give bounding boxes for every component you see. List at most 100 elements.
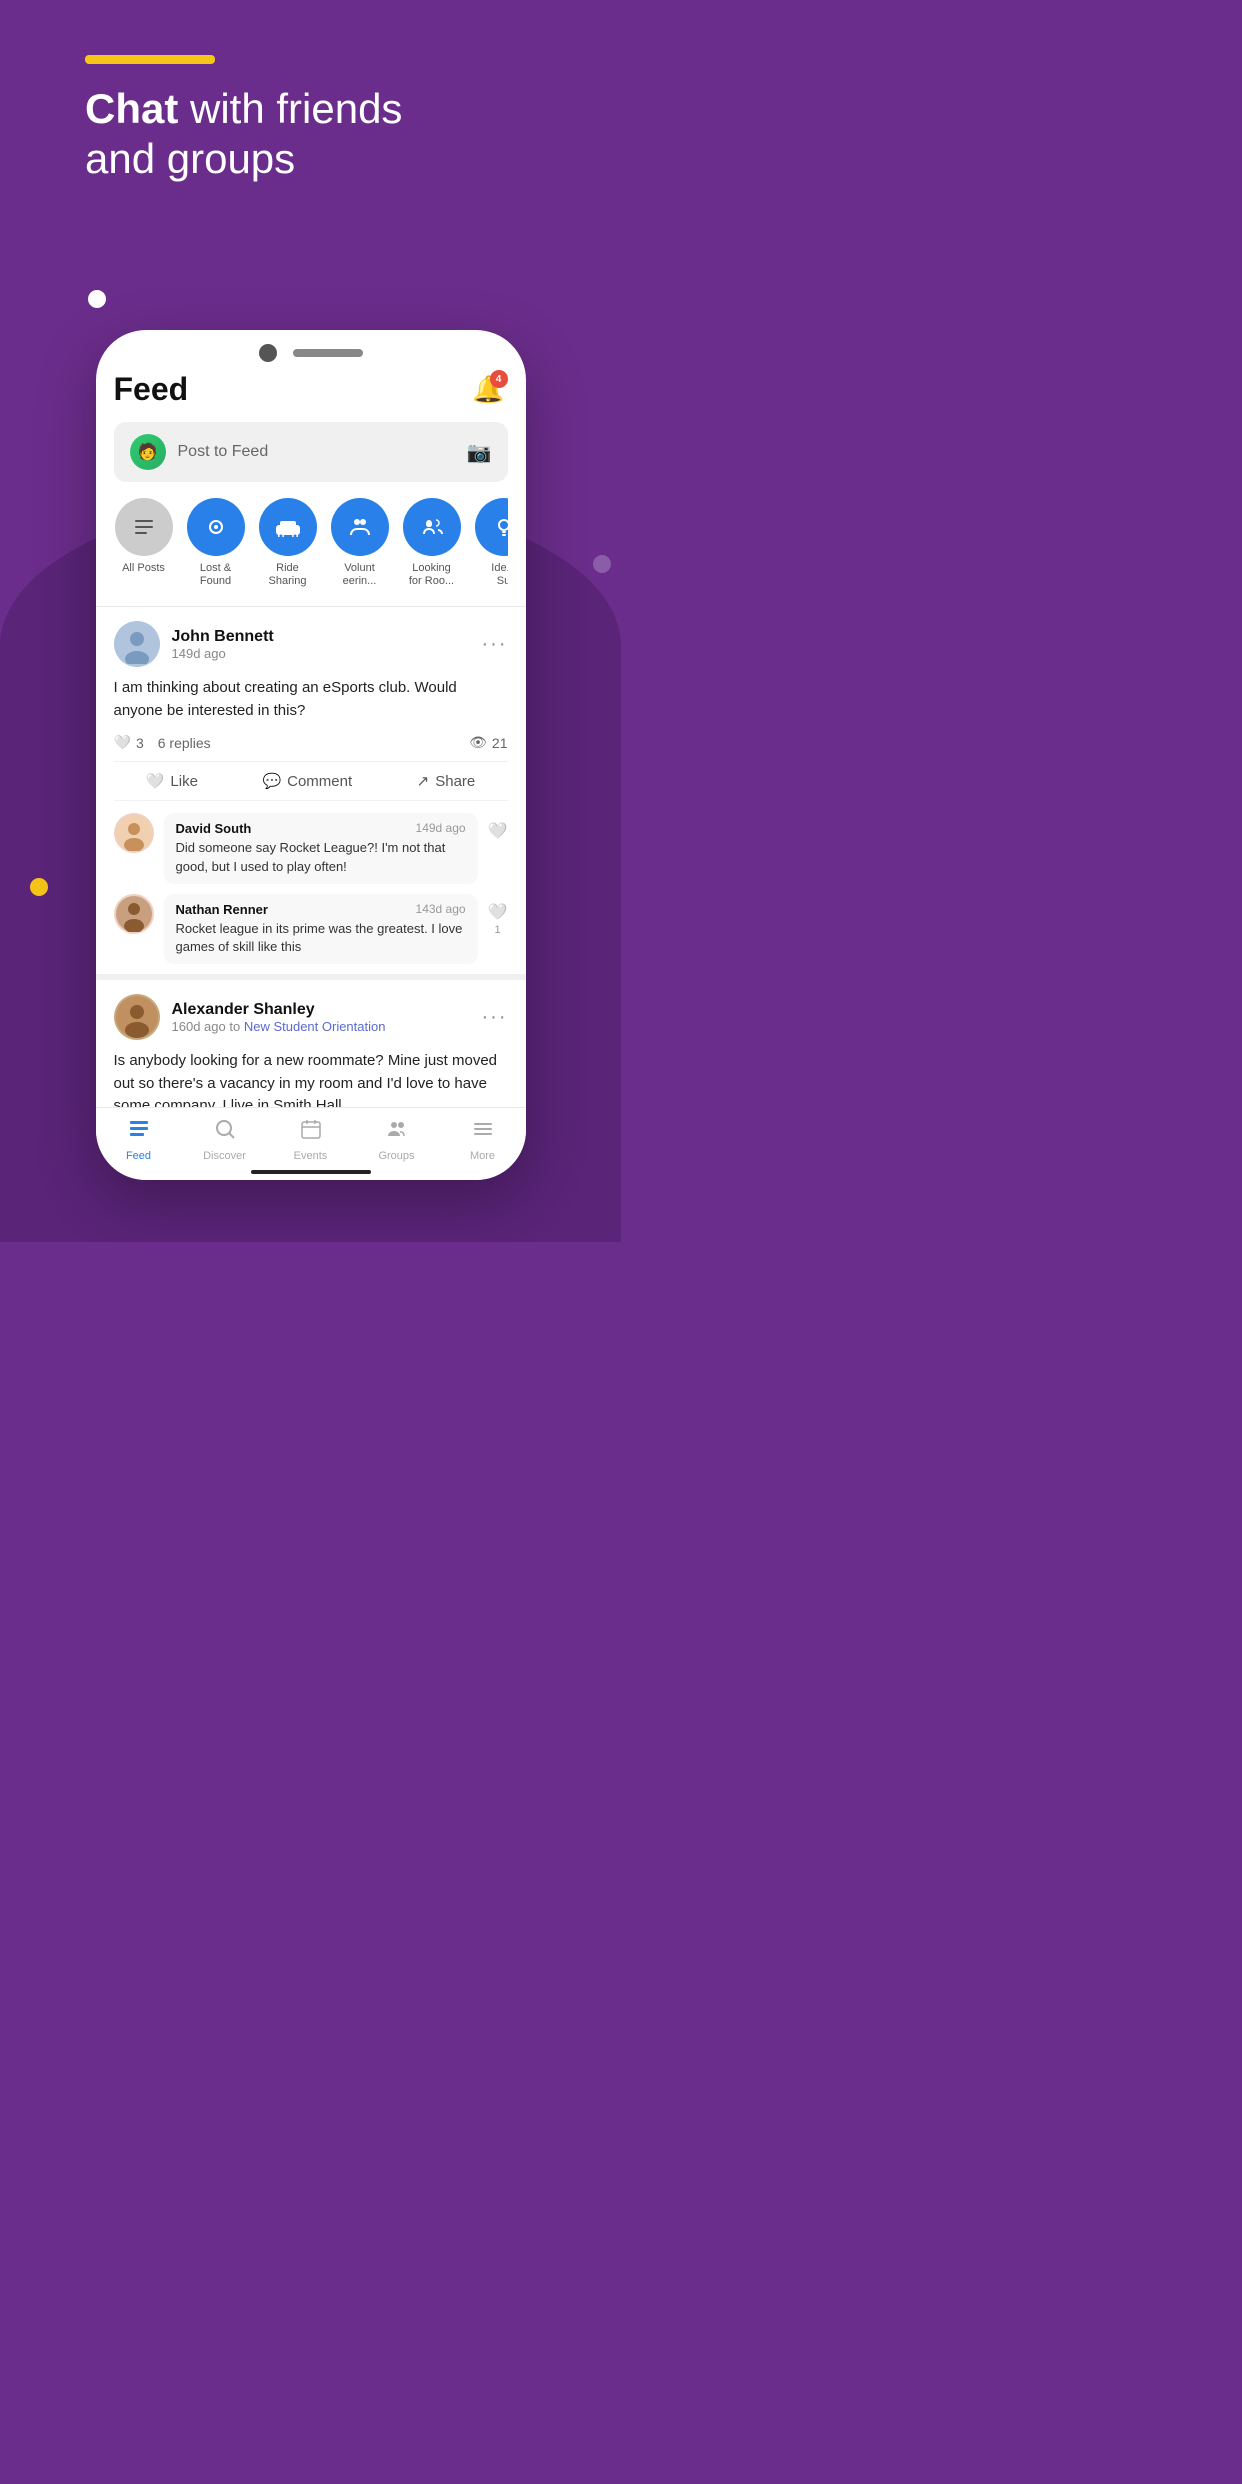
share-label: Share (435, 773, 475, 790)
feed-nav-label: Feed (126, 1150, 151, 1162)
events-nav-label: Events (294, 1150, 328, 1162)
comment-2-heart-icon: 🤍 (488, 902, 508, 922)
post-placeholder: Post to Feed (178, 443, 269, 461)
post-2-time: 160d ago to New Student Orientation (172, 1019, 386, 1034)
post-1-actions: 🤍 Like 💬 Comment ↗ Share (114, 761, 508, 801)
comment-1-name: David South (176, 821, 252, 836)
phone-speaker (293, 349, 363, 357)
comment-icon: 💬 (262, 772, 281, 790)
post-card-1: John Bennett 149d ago ··· I am thinking … (114, 621, 508, 964)
discover-nav-label: Discover (203, 1150, 246, 1162)
more-nav-icon (472, 1118, 494, 1146)
comment-2-like[interactable]: 🤍 1 (488, 894, 508, 936)
nav-feed[interactable]: Feed (96, 1118, 182, 1162)
post-2-header: Alexander Shanley 160d ago to New Studen… (114, 994, 508, 1040)
comment-button[interactable]: 💬 Comment (262, 772, 352, 790)
comment-2-name: Nathan Renner (176, 902, 268, 917)
divider-1 (96, 606, 526, 607)
headline: Chat with friendsand groups (85, 84, 402, 185)
comment-1-body: David South 149d ago Did someone say Roc… (164, 813, 478, 883)
comment-1-heart-icon: 🤍 (488, 821, 508, 841)
post-1-text: I am thinking about creating an eSports … (114, 677, 508, 722)
comment-2-text: Rocket league in its prime was the great… (176, 920, 466, 956)
comment-2-body: Nathan Renner 143d ago Rocket league in … (164, 894, 478, 964)
comment-label: Comment (287, 773, 352, 790)
category-icon-all-posts (115, 498, 173, 556)
category-all-posts[interactable]: All Posts (114, 498, 174, 588)
post-to-feed-box[interactable]: 🧑 Post to Feed 📷 (114, 422, 508, 482)
notification-button[interactable]: 🔔 4 (470, 370, 508, 408)
notification-badge: 4 (490, 370, 508, 388)
headline-bold: Chat (85, 85, 178, 132)
comment-2-like-count: 1 (494, 924, 500, 936)
discover-nav-icon (214, 1118, 236, 1146)
nav-more[interactable]: More (440, 1118, 526, 1162)
comment-2-time: 143d ago (416, 902, 466, 917)
category-label-ideas: Ide...Su (491, 562, 507, 588)
post-2-user: Alexander Shanley 160d ago to New Studen… (114, 994, 386, 1040)
post-2-more-button[interactable]: ··· (482, 1006, 508, 1029)
post-1-replies[interactable]: 6 replies (158, 735, 211, 751)
category-list: All Posts Lost &Found RideSharing (114, 498, 508, 588)
david-avatar (114, 813, 154, 853)
category-ride-sharing[interactable]: RideSharing (258, 498, 318, 588)
phone-notch (96, 330, 526, 370)
john-avatar (114, 621, 160, 667)
post-1-more-button[interactable]: ··· (482, 633, 508, 656)
top-content: Chat with friendsand groups (85, 55, 402, 185)
more-nav-label: More (470, 1150, 495, 1162)
heart-icon: 🤍 (114, 734, 131, 751)
comment-2-meta: Nathan Renner 143d ago (176, 902, 466, 917)
current-user-avatar: 🧑 (130, 434, 166, 470)
nav-events[interactable]: Events (268, 1118, 354, 1162)
post-box-left: 🧑 Post to Feed (130, 434, 269, 470)
dot-white-right (593, 555, 611, 573)
events-nav-icon (300, 1118, 322, 1146)
feed-header: Feed 🔔 4 (114, 370, 508, 408)
nav-groups[interactable]: Groups (354, 1118, 440, 1162)
feed-title: Feed (114, 371, 189, 408)
post-1-user-name: John Bennett (172, 628, 274, 646)
comment-1-time: 149d ago (416, 821, 466, 836)
category-label-all-posts: All Posts (122, 562, 165, 575)
post-1-likes[interactable]: 🤍 3 (114, 734, 144, 751)
category-lost-found[interactable]: Lost &Found (186, 498, 246, 588)
post-2-group-to: to (229, 1019, 243, 1034)
dot-yellow-left (30, 878, 48, 896)
post-1-stats: 🤍 3 6 replies 👁 21 (114, 734, 508, 751)
eye-icon: 👁 (469, 734, 487, 751)
comment-1-meta: David South 149d ago (176, 821, 466, 836)
camera-icon[interactable]: 📷 (467, 440, 492, 465)
post-2-user-name: Alexander Shanley (172, 1001, 386, 1019)
like-button[interactable]: 🤍 Like (146, 772, 198, 790)
category-label-ride-sharing: RideSharing (269, 562, 307, 588)
category-icon-looking-roommate (403, 498, 461, 556)
post-1-time: 149d ago (172, 646, 274, 661)
nav-discover[interactable]: Discover (182, 1118, 268, 1162)
share-button[interactable]: ↗ Share (417, 772, 476, 790)
category-looking-roommate[interactable]: Lookingfor Roo... (402, 498, 462, 588)
replies-label: 6 replies (158, 735, 211, 751)
category-volunteering[interactable]: Volunteerin... (330, 498, 390, 588)
alex-avatar (114, 994, 160, 1040)
background: Chat with friendsand groups Feed 🔔 4 (0, 0, 621, 1242)
groups-nav-icon (386, 1118, 408, 1146)
nathan-avatar (114, 894, 154, 934)
comment-1-like[interactable]: 🤍 (488, 813, 508, 841)
post-2-time-text: 160d ago (172, 1019, 226, 1034)
likes-count: 3 (136, 735, 144, 751)
phone-mockup: Feed 🔔 4 🧑 Post to Feed 📷 (96, 330, 526, 1180)
category-label-lost-found: Lost &Found (200, 562, 231, 588)
category-label-volunteering: Volunteerin... (343, 562, 377, 588)
post-1-stat-left: 🤍 3 6 replies (114, 734, 211, 751)
post-2-group-link[interactable]: New Student Orientation (244, 1019, 386, 1034)
divider-2 (96, 974, 526, 980)
yellow-bar (85, 55, 215, 64)
category-icon-lost-found (187, 498, 245, 556)
post-1-views: 👁 21 (469, 734, 507, 751)
category-ideas[interactable]: Ide...Su (474, 498, 508, 588)
dot-white-left (88, 290, 106, 308)
post-1-user-info: John Bennett 149d ago (172, 628, 274, 661)
phone-camera (259, 344, 277, 362)
post-1-header: John Bennett 149d ago ··· (114, 621, 508, 667)
